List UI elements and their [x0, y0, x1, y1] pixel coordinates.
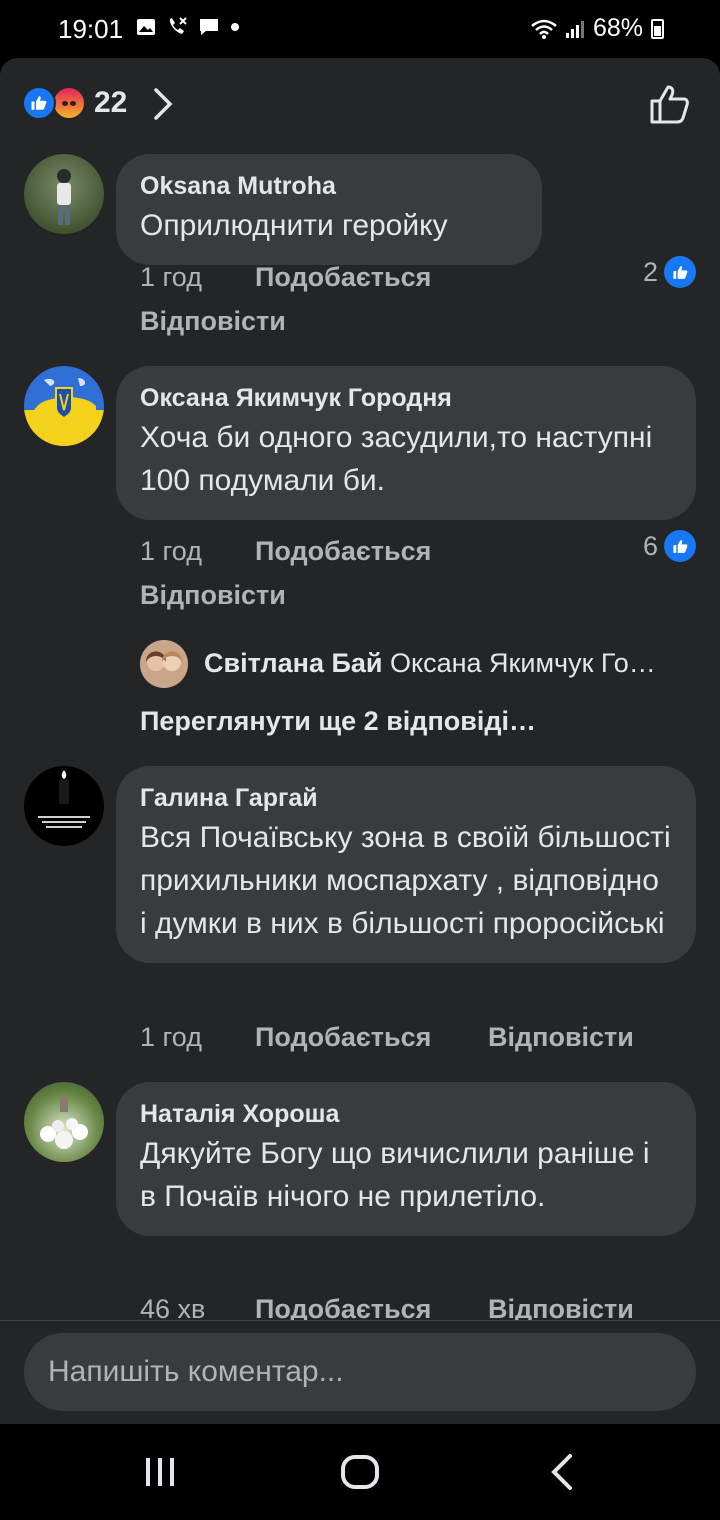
missed-call-icon: [169, 17, 187, 34]
comments-list[interactable]: Oksana Mutroha Оприлюднити геройку 1 год…: [0, 152, 720, 1328]
view-more-replies-link[interactable]: Переглянути ще 2 відповіді…: [140, 706, 536, 737]
reply-preview-text: Світлана Бай Оксана Якимчук Го…: [204, 648, 692, 679]
comment-author[interactable]: Oksana Mutroha: [140, 170, 518, 202]
comment-reply-button[interactable]: Відповісти: [140, 306, 286, 337]
status-bar: 19:01 68%: [0, 0, 720, 58]
avatar[interactable]: [24, 766, 104, 846]
comment-reply-button[interactable]: Відповісти: [488, 1022, 634, 1053]
reply-tag: Оксана Якимчук Го…: [390, 648, 656, 678]
comment-time: 1 год: [140, 1022, 202, 1052]
battery-percent: 68%: [592, 14, 643, 42]
comment-text: Оприлюднити геройку: [140, 209, 448, 242]
comment-input[interactable]: [24, 1333, 696, 1411]
avatar[interactable]: [24, 1082, 104, 1162]
comment-author[interactable]: Оксана Якимчук Городня: [140, 382, 672, 414]
like-reaction-icon: [22, 86, 56, 120]
comment-bubble[interactable]: Oksana Mutroha Оприлюднити геройку: [116, 154, 542, 265]
comments-sheet: 22 Oksana Mutroha Оприлюднити геройку 1 …: [0, 58, 720, 1424]
like-button-icon[interactable]: [648, 82, 692, 126]
battery-icon: [651, 18, 664, 39]
reply-avatar[interactable]: [140, 640, 188, 688]
reply-preview[interactable]: Світлана Бай Оксана Якимчук Го…: [140, 640, 700, 690]
signal-icon: [565, 20, 584, 38]
comment-bubble[interactable]: Галина Гаргай Вся Почаївську зона в свої…: [116, 766, 696, 963]
status-notification-icons: [136, 16, 240, 38]
comment-text: Дякуйте Богу що вичислили раніше і в Поч…: [140, 1137, 650, 1213]
avatar[interactable]: [24, 366, 104, 446]
comment-reply-button[interactable]: Відповісти: [140, 580, 286, 611]
comment-text: Вся Почаївську зона в своїй більшості пр…: [140, 821, 671, 940]
like-count: 2: [642, 256, 658, 287]
home-icon[interactable]: [340, 1450, 380, 1494]
recent-apps-icon[interactable]: [140, 1450, 180, 1494]
comment-composer-bar: [0, 1320, 720, 1424]
status-time: 19:01: [58, 14, 124, 44]
comment-bubble[interactable]: Наталія Хороша Дякуйте Богу що вичислили…: [116, 1082, 696, 1236]
comment-text: Хоча би одного засудили,то наступні 100 …: [140, 421, 653, 497]
comment-like-button[interactable]: Подобається: [255, 1022, 431, 1053]
comment-like-button[interactable]: Подобається: [255, 262, 431, 293]
gallery-icon: [137, 19, 155, 35]
avatar[interactable]: [24, 154, 104, 234]
comment-author[interactable]: Наталія Хороша: [140, 1098, 672, 1130]
system-navigation-bar: [0, 1424, 720, 1520]
message-icon: [200, 19, 218, 35]
comment-author[interactable]: Галина Гаргай: [140, 782, 672, 814]
wifi-icon: [531, 19, 557, 39]
status-right: 68%: [531, 14, 664, 43]
comment-bubble[interactable]: Оксана Якимчук Городня Хоча би одного за…: [116, 366, 696, 520]
reactions-header[interactable]: 22: [0, 58, 720, 152]
comment-like-count[interactable]: 6: [643, 530, 696, 562]
reply-author[interactable]: Світлана Бай: [204, 648, 382, 678]
comment-time: 1 год: [140, 262, 202, 292]
dot-icon: [231, 23, 239, 31]
comment-time: 1 год: [140, 536, 202, 566]
like-badge-icon: [664, 530, 696, 562]
angry-reaction-icon: [52, 86, 86, 120]
comment-like-button[interactable]: Подобається: [255, 536, 431, 567]
comment-like-count[interactable]: 2: [643, 256, 696, 288]
reaction-count: 22: [94, 86, 128, 119]
like-badge-icon: [664, 256, 696, 288]
like-count: 6: [642, 530, 658, 561]
chevron-right-icon[interactable]: [152, 86, 174, 122]
back-icon[interactable]: [544, 1450, 584, 1494]
